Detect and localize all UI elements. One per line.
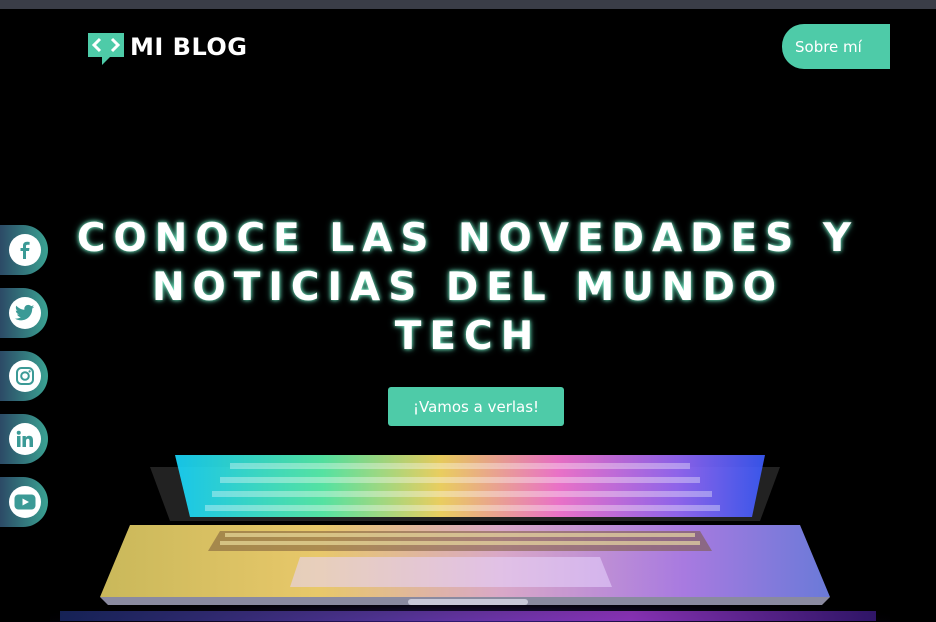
window-top-bar xyxy=(0,0,936,9)
cta-button[interactable]: ¡Vamos a verlas! xyxy=(388,387,564,426)
instagram-link[interactable] xyxy=(0,351,48,401)
instagram-icon xyxy=(9,360,41,392)
twitter-icon xyxy=(9,297,41,329)
about-me-button[interactable]: Sobre mí xyxy=(782,24,890,69)
linkedin-link[interactable] xyxy=(0,414,48,464)
hero-section: MI BLOG Sobre mí Conoce las novedades y … xyxy=(0,9,936,622)
twitter-link[interactable] xyxy=(0,288,48,338)
linkedin-icon xyxy=(9,423,41,455)
logo-text: MI BLOG xyxy=(130,33,248,61)
youtube-icon xyxy=(9,486,41,518)
headline-line-1: Conoce las novedades y xyxy=(76,216,860,261)
youtube-link[interactable] xyxy=(0,477,48,527)
facebook-link[interactable] xyxy=(0,225,48,275)
hero-headline: Conoce las novedades y noticias del mund… xyxy=(40,214,896,361)
site-logo[interactable]: MI BLOG xyxy=(86,31,248,71)
facebook-icon xyxy=(9,234,41,266)
laptop-illustration xyxy=(50,455,890,622)
headline-line-3: tech xyxy=(394,314,542,359)
headline-line-2: noticias del mundo xyxy=(152,265,784,310)
code-brackets-speech-icon xyxy=(86,31,126,71)
